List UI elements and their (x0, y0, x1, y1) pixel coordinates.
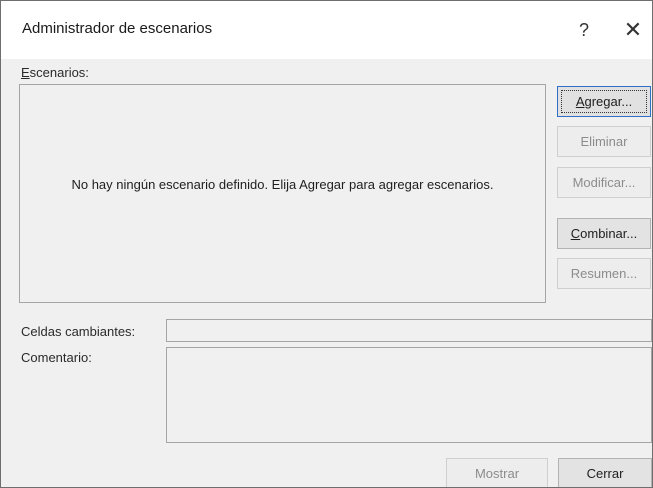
merge-button-text: ombinar... (580, 226, 638, 241)
add-button[interactable]: Agregar... (557, 86, 651, 117)
comment-label: Comentario: (21, 350, 92, 365)
help-icon[interactable]: ? (569, 15, 599, 45)
changing-cells-label: Celdas cambiantes: (21, 324, 136, 339)
close-icon[interactable]: ✕ (618, 15, 648, 45)
modify-button[interactable]: Modificar... (557, 167, 651, 198)
scenarios-label-text: scenarios: (29, 65, 89, 80)
add-button-text: gregar... (584, 94, 633, 109)
close-button[interactable]: Cerrar (558, 458, 652, 487)
empty-scenarios-message: No hay ningún escenario definido. Elija … (71, 177, 494, 192)
merge-button-accelerator: C (570, 226, 581, 241)
delete-button[interactable]: Eliminar (557, 126, 651, 157)
changing-cells-field[interactable] (166, 319, 652, 342)
title-bar: Administrador de escenarios ? ✕ (1, 1, 652, 59)
scenario-manager-dialog: Administrador de escenarios ? ✕ Escenari… (0, 0, 653, 488)
show-button[interactable]: Mostrar (446, 458, 548, 487)
scenarios-label: Escenarios: (21, 65, 89, 80)
summary-button[interactable]: Resumen... (557, 258, 651, 289)
dialog-title: Administrador de escenarios (22, 20, 213, 37)
scenarios-label-accelerator: E (21, 65, 30, 80)
scenarios-listbox[interactable]: No hay ningún escenario definido. Elija … (19, 84, 546, 303)
comment-field[interactable] (166, 347, 652, 443)
add-button-label: Agregar... (561, 90, 647, 113)
merge-button[interactable]: Combinar... (557, 218, 651, 249)
